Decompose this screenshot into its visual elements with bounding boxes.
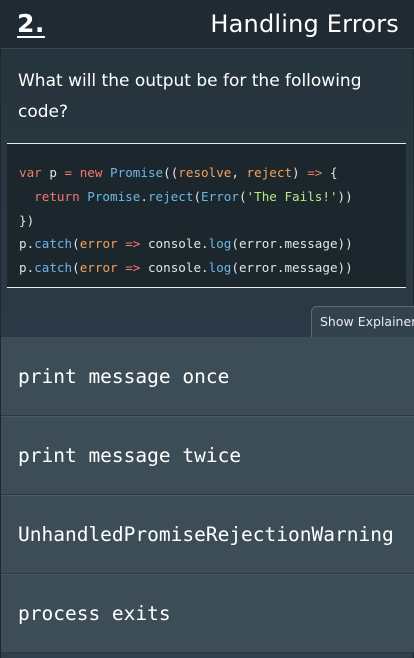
- code-token: Error: [201, 188, 239, 204]
- code-token: console.: [140, 260, 209, 276]
- code-token: ,: [231, 165, 247, 180]
- code-line: p.catch(error => console.log(error.messa…: [19, 232, 406, 256]
- answer-option-1[interactable]: print message once: [1, 337, 414, 416]
- code-token: Promise: [87, 188, 141, 204]
- question-header: 2. Handling Errors: [1, 0, 414, 49]
- code-token: resolve: [178, 165, 232, 180]
- answer-option-4[interactable]: process exits: [1, 574, 414, 653]
- code-token: {: [322, 165, 338, 180]
- code-token: (error.message)): [231, 236, 353, 252]
- question-number: 2.: [17, 9, 45, 38]
- code-token: =: [64, 165, 73, 180]
- code-token: log: [208, 260, 232, 276]
- code-block: var p = new Promise((resolve, reject) =>…: [7, 143, 406, 288]
- code-token: =>: [125, 260, 141, 276]
- code-token: }): [19, 212, 35, 228]
- code-token: 'The Fails!': [246, 188, 338, 204]
- code-token: =>: [125, 236, 141, 252]
- code-line: }): [19, 209, 406, 233]
- code-token: ): [292, 165, 308, 180]
- code-token: p: [19, 260, 27, 276]
- code-token: catch: [34, 260, 73, 276]
- code-token: p: [19, 236, 27, 252]
- answer-option-2[interactable]: print message twice: [1, 416, 414, 495]
- code-token: console.: [140, 236, 209, 252]
- code-token: (: [193, 188, 202, 204]
- code-token: .: [140, 188, 148, 204]
- code-token: =>: [307, 165, 323, 180]
- code-token: reject: [147, 188, 194, 204]
- code-token: new: [79, 165, 103, 180]
- code-token: p: [41, 165, 65, 180]
- answer-option-3[interactable]: UnhandledPromiseRejectionWarning: [1, 495, 414, 574]
- code-token: return: [34, 188, 80, 204]
- code-line: return Promise.reject(Error('The Fails!'…: [19, 185, 406, 209]
- answer-list: print message once print message twice U…: [1, 337, 414, 653]
- code-line: var p = new Promise((resolve, reject) =>…: [19, 161, 406, 185]
- code-token: (: [72, 260, 80, 276]
- question-title: Handling Errors: [210, 10, 399, 38]
- code-token: catch: [34, 236, 73, 252]
- code-token: var: [19, 165, 42, 180]
- code-line: p.catch(error => console.log(error.messa…: [19, 256, 406, 280]
- code-token: (error.message)): [231, 260, 353, 276]
- quiz-screen: 2. Handling Errors What will the output …: [0, 0, 414, 658]
- code-token: )): [337, 188, 353, 204]
- code-token: (: [238, 188, 247, 204]
- code-token: log: [208, 236, 232, 252]
- code-token: error: [79, 236, 118, 252]
- code-token: reject: [246, 165, 293, 180]
- code-token: error: [79, 260, 118, 276]
- code-token: ((: [163, 165, 179, 180]
- question-text: What will the output be for the followin…: [18, 71, 362, 122]
- show-explainer-button[interactable]: Show Explainer: [311, 306, 414, 337]
- code-token: Promise: [110, 165, 164, 180]
- code-token: (: [72, 236, 80, 252]
